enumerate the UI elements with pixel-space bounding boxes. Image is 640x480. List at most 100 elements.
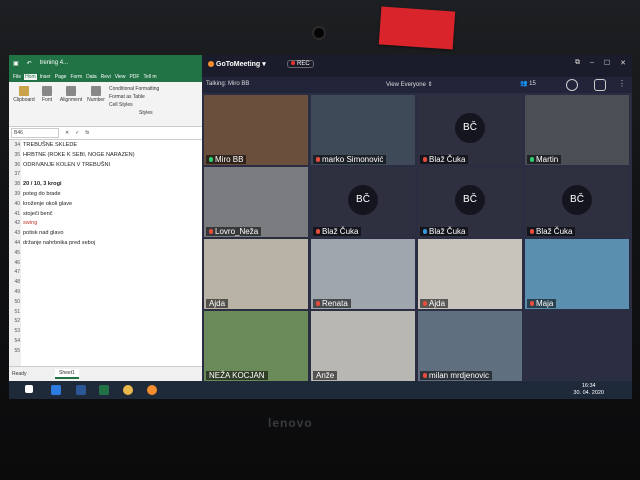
row-number[interactable]: 35 [9, 151, 21, 161]
name-box[interactable]: B46 [11, 128, 59, 138]
gtm-subbar: Talking: Miro BB View Everyone ⇕ 👥 15 ⋮ [202, 77, 632, 93]
participant-name-label: Anže [313, 371, 338, 380]
chat-icon[interactable] [566, 79, 578, 91]
font-icon [42, 86, 52, 96]
sheet-cell[interactable]: kroženje okoli glave [23, 201, 72, 207]
sheet-tab[interactable]: Sheet1 [55, 369, 79, 379]
menu-data[interactable]: Data [85, 74, 98, 80]
fx-icon[interactable]: fx [85, 130, 89, 136]
sheet-cell[interactable]: TREBUŠNE SKLEDE [23, 142, 77, 148]
word-app-icon[interactable] [76, 385, 86, 395]
menu-formulas[interactable]: Form [69, 74, 83, 80]
row-number[interactable]: 46 [9, 259, 21, 269]
more-icon[interactable]: ⋮ [618, 79, 626, 88]
video-tile[interactable]: Martin [525, 95, 629, 165]
video-tile[interactable]: milan mrdjenovic [418, 311, 522, 381]
layout-icon[interactable]: ⧉ [575, 59, 580, 67]
video-tile[interactable]: marko Simonović [311, 95, 415, 165]
formula-bar: B46 ✕ ✓ fx [9, 127, 202, 140]
word-icon[interactable] [51, 385, 61, 395]
font-group[interactable]: Font [39, 84, 55, 103]
sheet-cell[interactable]: držanje nahrbnika pred seboj [23, 240, 95, 246]
video-tile[interactable]: Maja [525, 239, 629, 309]
row-number[interactable]: 34 [9, 142, 21, 151]
settings-icon[interactable] [594, 79, 606, 91]
row-number[interactable]: 51 [9, 308, 21, 318]
menu-pdf[interactable]: PDF [128, 74, 140, 80]
row-number[interactable]: 52 [9, 318, 21, 328]
sheet-cell[interactable]: 20 / 10, 3 krogi [23, 181, 62, 187]
sheet-grid[interactable]: 34 TREBUŠNE SKLEDE 35 HRBTNE (ROKE K SEBI, … [9, 140, 202, 366]
cell-styles-button[interactable]: Cell Styles [109, 101, 159, 109]
clipboard-group[interactable]: Clipboard [11, 84, 37, 103]
view-selector[interactable]: View Everyone ⇕ [386, 81, 433, 88]
menu-tell-me[interactable]: Tell m [142, 74, 157, 80]
number-group[interactable]: Number [85, 84, 107, 103]
excel-taskbar-icon[interactable] [99, 385, 109, 395]
participants-button[interactable]: 👥 15 [520, 80, 536, 87]
alignment-group[interactable]: Alignment [57, 84, 85, 103]
participant-name-label: Lovro_Neža [206, 227, 262, 236]
video-tile[interactable]: Ajda [418, 239, 522, 309]
row-number[interactable]: 37 [9, 171, 21, 181]
menu-insert[interactable]: Inser [39, 74, 52, 80]
row-number[interactable]: 39 [9, 191, 21, 200]
window-controls: ⧉ – ☐ ✕ [575, 59, 626, 67]
gtm-logo[interactable]: GoToMeeting ▾ [208, 60, 266, 68]
video-tile[interactable]: Lovro_Neža [204, 167, 308, 237]
rec-badge[interactable]: REC [287, 60, 314, 68]
format-table-button[interactable]: Format as Table [109, 93, 159, 101]
video-tile[interactable]: Anže [311, 311, 415, 381]
windows-start-icon[interactable] [25, 385, 33, 393]
menu-home[interactable]: Hom [24, 73, 37, 80]
sheet-cell[interactable]: stoječi benč [23, 211, 53, 217]
row-number[interactable]: 47 [9, 269, 21, 279]
menu-file[interactable]: File [12, 74, 22, 80]
menu-page[interactable]: Page [54, 74, 68, 80]
sheet-cell[interactable]: HRBTNE (ROKE K SEBI, NOGE NARAZEN) [23, 152, 135, 158]
cancel-icon[interactable]: ✕ [65, 130, 69, 136]
row-number[interactable]: 50 [9, 298, 21, 308]
row-number[interactable]: 41 [9, 210, 21, 220]
video-tile[interactable]: BČ Blaž Čuka [525, 167, 629, 237]
row-number[interactable]: 45 [9, 249, 21, 259]
undo-icon[interactable]: ↶ [27, 60, 32, 67]
row-number[interactable]: 43 [9, 230, 21, 240]
row-number[interactable]: 55 [9, 347, 21, 357]
video-tile[interactable]: BČ Blaž Čuka [418, 95, 522, 165]
row-number[interactable]: 53 [9, 328, 21, 338]
menu-view[interactable]: View [114, 74, 127, 80]
row-number[interactable]: 40 [9, 200, 21, 210]
video-tile[interactable] [525, 311, 629, 381]
cond-format-button[interactable]: Conditional Formatting [109, 85, 159, 93]
sheet-cell[interactable]: ODRIVANJE KOLEN V TREBUŠNI [23, 162, 110, 168]
minimize-icon[interactable]: – [590, 59, 594, 67]
video-tile[interactable]: Renata [311, 239, 415, 309]
taskbar-clock[interactable]: 16:34 30. 04. 2020 [573, 383, 604, 397]
sheet-cell[interactable]: swing [23, 220, 37, 226]
video-tile[interactable]: NEŽA KOCJAN [204, 311, 308, 381]
close-icon[interactable]: ✕ [620, 59, 626, 67]
video-tile[interactable]: Miro BB [204, 95, 308, 165]
row-number[interactable]: 44 [9, 240, 21, 249]
video-tile[interactable]: BČ Blaž Čuka [418, 167, 522, 237]
menu-review[interactable]: Revi [100, 74, 112, 80]
video-tile[interactable]: Ajda [204, 239, 308, 309]
row-number[interactable]: 54 [9, 338, 21, 347]
row-number[interactable]: 36 [9, 161, 21, 171]
maximize-icon[interactable]: ☐ [604, 59, 610, 67]
sheet-cell[interactable]: potisk nad glavo [23, 230, 63, 236]
row-number[interactable]: 48 [9, 279, 21, 289]
save-icon[interactable]: ▣ [13, 60, 19, 67]
row-number[interactable]: 38 [9, 181, 21, 191]
participant-name-label: Blaž Čuka [527, 227, 576, 236]
video-tile[interactable]: BČ Blaž Čuka [311, 167, 415, 237]
participant-name-label: Renata [313, 299, 351, 308]
enter-icon[interactable]: ✓ [75, 130, 79, 136]
row-number[interactable]: 49 [9, 289, 21, 298]
row-number[interactable]: 42 [9, 220, 21, 230]
sheet-cell[interactable]: poteg do brade [23, 191, 61, 197]
participant-name: Renata [322, 299, 348, 308]
chrome-icon[interactable] [123, 385, 133, 395]
gotomeeting-taskbar-icon[interactable] [147, 385, 157, 395]
